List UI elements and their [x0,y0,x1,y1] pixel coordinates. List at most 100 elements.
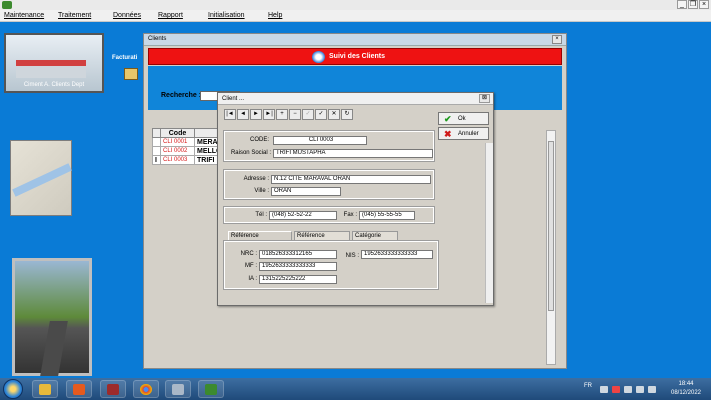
menubar: Maintenance Traitement Données Rapport I… [0,10,711,22]
client-code[interactable]: CLI 0002 [160,146,195,156]
insert-record-button[interactable]: + [276,109,288,120]
annuler-label: Annuler [458,131,479,137]
code-label: CODE: [249,137,269,143]
row-indicator [152,146,161,156]
tab-categorie-client[interactable]: Catégorie Client [352,231,398,248]
tel-field[interactable]: (048) 52-52-22 [269,211,337,220]
truck-image [16,60,86,78]
menu-initialisation[interactable]: Initialisation [204,10,264,22]
tray-help-icon[interactable] [600,386,608,393]
company-photo-caption: Ciment A. Clients Dept [23,82,85,88]
dialog-close-icon[interactable]: ⊠ [479,94,490,103]
clock-date[interactable]: 08/12/2022 [664,390,708,396]
client-dialog: Client ... ⊠ |◄ ◄ ► ►| + − ✓ ✓ ✕ ↻ ✔ Ok … [217,92,494,306]
ville-field[interactable]: ORAN [271,187,341,196]
app-logo-icon [205,384,217,395]
taskbar-explorer[interactable] [32,380,58,398]
dialog-scrollbar[interactable] [485,143,493,303]
mf-field[interactable]: 1952633333333333 [259,262,337,271]
table-header-code[interactable]: Code [160,128,195,138]
laptop-road-image [12,258,92,376]
refresh-record-button[interactable]: ↻ [341,109,353,120]
row-indicator: I [152,155,161,165]
raison-social-field[interactable]: TRIFI MUSTAPHA [273,149,433,158]
nis-field[interactable]: 1952633333333333 [361,250,433,259]
tray-monitor-icon[interactable] [636,386,644,393]
minimize-button[interactable]: _ [677,0,687,9]
tab-panel: NRC : 018526333312165 MF : 1952633333333… [223,240,439,290]
code-field[interactable]: CLI 0003 [273,136,367,145]
restore-button[interactable]: ❐ [688,0,698,9]
ia-field[interactable]: 1315225225222 [259,275,337,284]
menu-traitement[interactable]: Traitement [54,10,109,22]
clients-table: Code CLI 0001 MERAI CLI 0002 MELLO I CLI… [152,128,225,165]
menu-rapport[interactable]: Rapport [154,10,204,22]
menu-maintenance[interactable]: Maintenance [0,10,54,22]
edit-record-button[interactable]: ✓ [302,109,314,120]
tel-label: Tél : [255,212,267,218]
annuler-button[interactable]: ✖ Annuler [438,127,489,140]
road-image [40,321,68,376]
prev-record-button[interactable]: ◄ [237,109,249,120]
close-button[interactable]: × [699,0,709,9]
clients-close-button[interactable]: × [552,35,562,44]
clients-titlebar: Clients × [144,34,566,46]
adresse-field[interactable]: N.12 CITE MARAVAL ORAN [271,175,431,184]
facturation-icon[interactable] [124,68,138,80]
contact-group: Tél : (048) 52-52-22 Fax : (045) 55-55-5… [223,206,435,224]
last-record-button[interactable]: ►| [263,109,275,120]
delete-record-button[interactable]: − [289,109,301,120]
dialog-title: Client ... [222,96,245,102]
start-button[interactable] [3,379,23,399]
map-image [10,140,72,216]
tray-flag-icon[interactable] [612,386,620,393]
table-indicator-header [152,128,161,138]
ville-label: Ville : [254,188,269,194]
menu-donnees[interactable]: Données [109,10,154,22]
taskbar-media[interactable] [66,380,92,398]
next-record-button[interactable]: ► [250,109,262,120]
nrc-field[interactable]: 018526333312165 [259,250,337,259]
map-river [12,163,72,197]
client-code[interactable]: CLI 0001 [160,137,195,147]
facturation-label: Facturati [112,55,138,61]
table-row[interactable]: I CLI 0003 TRIFI [152,155,225,165]
table-row[interactable]: CLI 0002 MELLO [152,146,225,156]
tray-language[interactable]: FR [584,383,592,389]
chrome-icon [140,384,152,395]
raison-social-label: Raison Social : [230,150,271,156]
taskbar-app[interactable] [100,380,126,398]
nis-label: NIS : [345,253,359,259]
adresse-label: Adresse : [243,176,269,182]
tray-volume-icon[interactable] [648,386,656,393]
menu-help[interactable]: Help [264,10,294,22]
taskbar: FR 18:44 08/12/2022 [0,378,711,400]
address-group: Adresse : N.12 CITE MARAVAL ORAN Ville :… [223,169,435,200]
app-icon [2,1,12,9]
scrollbar-thumb[interactable] [548,141,554,311]
client-code[interactable]: CLI 0003 [160,155,195,165]
taskbar-current-app[interactable] [198,380,224,398]
nrc-label: NRC : [240,251,257,257]
tray-network-icon[interactable] [624,386,632,393]
suivi-title: Suivi des Clients [329,53,386,60]
tab-reference-bancaire[interactable]: Référence Bancaire [294,231,350,248]
fax-field[interactable]: (045) 55-55-55 [359,211,415,220]
window-controls: _ ❐ × [677,0,709,10]
taskbar-network[interactable] [165,380,191,398]
clock-time[interactable]: 18:44 [672,381,700,387]
computer-icon [172,384,184,395]
ok-button[interactable]: ✔ Ok [438,112,489,125]
checkmark-icon: ✔ [444,114,452,124]
taskbar-chrome[interactable] [133,380,159,398]
clients-scrollbar[interactable] [546,130,556,365]
first-record-button[interactable]: |◄ [224,109,236,120]
identity-group: CODE: CLI 0003 Raison Social : TRIFI MUS… [223,130,435,162]
cancel-record-button[interactable]: ✕ [328,109,340,120]
dialog-titlebar: Client ... ⊠ [218,93,493,105]
tab-reference-commercial[interactable]: Référence Commercial [228,231,292,248]
record-nav-bar: |◄ ◄ ► ►| + − ✓ ✓ ✕ ↻ [224,109,366,121]
post-record-button[interactable]: ✓ [315,109,327,120]
table-row[interactable]: CLI 0001 MERAI [152,137,225,147]
suivi-header: Suivi des Clients [148,48,562,65]
